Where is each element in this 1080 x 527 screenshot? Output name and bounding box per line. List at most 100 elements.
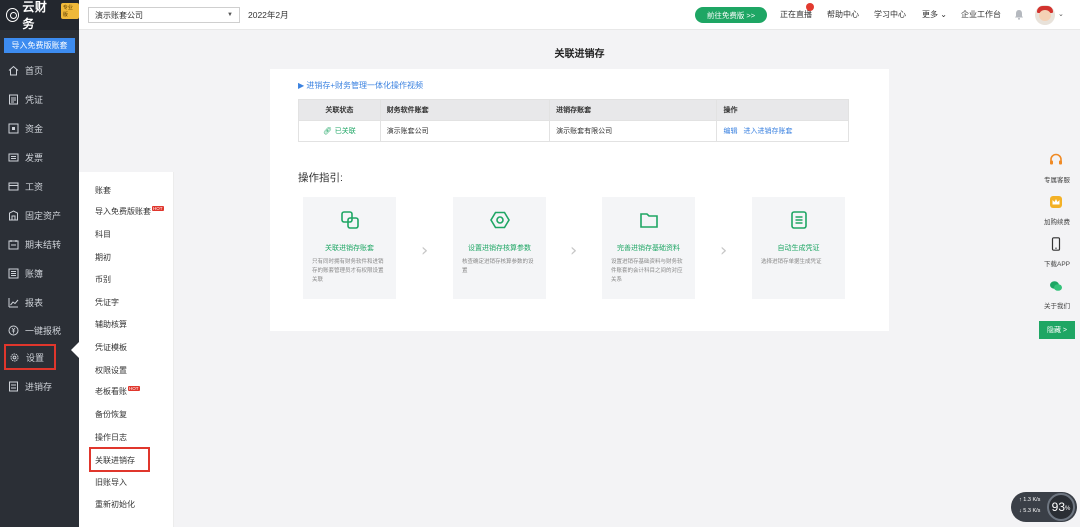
active-submenu-pointer-icon [71,342,79,358]
enterprise-workbench-link[interactable]: 企业工作台 [961,9,1001,20]
folder-icon [640,213,658,228]
submenu-item-op-log[interactable]: 操作日志 [95,432,127,443]
edit-link[interactable]: 编辑 [723,126,737,136]
chevron-down-icon: ⌄ [940,10,947,19]
submenu-item-subjects[interactable]: 科目 [95,229,111,240]
sidebar-item-invoice[interactable]: 发票 [0,144,79,170]
finance-book-cell: 演示账套公司 [381,121,551,141]
guide-step-4: 自动生成凭证 选择进销存单据生成凭证 [752,197,845,299]
home-icon [8,65,19,75]
invoice-icon [8,153,19,161]
table-header: 关联状态 财务软件账套 进销存账套 操作 [299,100,848,120]
step-desc: 设置进销存基础资料与财务软件账套的会计科目之间的对应关系 [611,259,683,283]
customer-service-button[interactable]: 专属客服 [1039,145,1075,187]
more-menu[interactable]: 更多 ⌄ [922,9,947,20]
sidebar-item-salary[interactable]: 工资 [0,173,79,199]
float-label: 加购续费 [1044,219,1070,226]
inventory-book-cell: 演示账套有限公司 [550,121,718,141]
submenu-item-old-book-import[interactable]: 旧账导入 [95,477,127,488]
voucher-icon [9,94,18,104]
submenu-item-label: 老板看账 [95,387,127,396]
actions-cell: 编辑 进入进销存账套 [717,121,848,141]
headset-icon [1050,153,1062,165]
submenu-item-backup[interactable]: 备份恢复 [95,409,127,420]
guide-step-2: 设置进销存核算参数 核查确定进销存核算参数的设置 [453,197,546,299]
sidebar-item-ledger[interactable]: 账簿 [0,260,79,286]
sidebar-item-label: 账簿 [25,268,44,279]
download-app-button[interactable]: 下载APP [1039,229,1075,271]
avatar[interactable] [1035,5,1055,25]
column-header: 进销存账套 [550,100,718,120]
submenu-item-boss-view[interactable]: 老板看账 HOT [95,386,140,397]
step-desc: 只有同时拥有财务软件和进销存的账套管理员才有权限设置关联 [312,259,384,283]
sidebar-item-fixed-assets[interactable]: 固定资产 [0,202,79,228]
sidebar-item-inventory[interactable]: 进销存 [0,373,79,399]
ledger-icon [8,268,19,278]
submenu-item-voucher-word[interactable]: 凭证字 [95,297,119,308]
import-free-book-button[interactable]: 导入免费版账套 [4,38,75,53]
logo-text: 云财务 [22,0,48,31]
page-title: 关联进销存 [554,49,605,60]
sidebar-item-tax[interactable]: 一键报税 [0,317,79,343]
step-title: 自动生成凭证 [777,245,820,252]
period-label[interactable]: 2022年2月 [248,9,289,21]
sidebar-item-label: 工资 [25,181,44,192]
phone-icon [1051,237,1061,251]
float-label: 下载APP [1043,261,1070,268]
learning-center-link[interactable]: 学习中心 [874,9,906,20]
report-icon [8,297,19,307]
app-logo[interactable]: 云财务 专业版 [0,0,79,31]
video-tutorial-link[interactable]: ▶ 进销存+财务管理一体化操作视频 [298,80,423,91]
enter-inventory-link[interactable]: 进入进销存账套 [743,126,792,136]
hot-badge: HOT [128,386,140,391]
submenu-item-import-free-book[interactable]: 导入免费版账套 HOT [95,206,164,217]
float-label: 专属客服 [1044,177,1070,184]
sidebar-item-label: 一键报税 [25,325,62,336]
sidebar-item-home[interactable]: 首页 [0,57,79,83]
hide-panel-button[interactable]: 隐藏 > [1039,321,1075,339]
submenu-item-auxiliary[interactable]: 辅助核算 [95,319,127,330]
submenu-item-permissions[interactable]: 权限设置 [95,365,127,376]
avatar-face-icon [1039,10,1051,21]
closing-icon [8,239,19,249]
submenu-item-reinitialize[interactable]: 重新初始化 [95,499,135,510]
network-speed-widget[interactable]: ↑ 1.3 K/s ↓ 5.3 K/s 93% [1011,492,1077,522]
sidebar-item-label: 进销存 [25,381,53,392]
company-select-value: 演示账套公司 [95,10,143,20]
avatar-chevron-down-icon[interactable]: ⌄ [1058,10,1064,18]
link-icon [341,211,359,229]
sidebar-item-settings[interactable]: 设置 [4,344,56,370]
sidebar-item-closing[interactable]: 期末结转 [0,231,79,257]
column-header: 财务软件账套 [381,100,551,120]
bell-icon[interactable] [1014,9,1024,20]
sidebar-item-voucher[interactable]: 凭证 [0,86,79,112]
link-table: 关联状态 财务软件账套 进销存账套 操作 🔗︎ 已关联 演示账套公司 演示账套有… [298,99,849,142]
about-us-button[interactable]: 关于我们 [1039,271,1075,313]
submenu-item-voucher-template[interactable]: 凭证模板 [95,342,127,353]
column-header: 操作 [723,107,738,114]
speed-dial: 93% [1047,493,1075,521]
free-version-button[interactable]: 前往免费版 >> [695,7,767,23]
gear-icon [10,353,19,361]
step-title: 完善进销存基础资料 [617,245,680,252]
inventory-icon [9,381,18,391]
guide-title: 操作指引: [298,172,343,184]
live-link[interactable]: 正在直播 [780,9,812,20]
download-speed-value: 5.3 [1023,508,1031,514]
help-center-link[interactable]: 帮助中心 [827,9,859,20]
submenu-item-opening[interactable]: 期初 [95,252,111,263]
guide-step-3: 完善进销存基础资料 设置进销存基础资料与财务软件账套的会计科目之间的对应关系 [602,197,695,299]
submenu-item-books[interactable]: 账套 [95,185,111,196]
speed-dial-value: 93 [1051,500,1065,514]
submenu-item-currency[interactable]: 币别 [95,274,111,285]
sidebar-item-label: 报表 [25,297,44,308]
sidebar-item-report[interactable]: 报表 [0,289,79,315]
hot-badge: HOT [152,206,164,211]
submenu-item-label: 导入免费版账套 [95,207,151,216]
more-label: 更多 [922,10,938,19]
sidebar-item-fund[interactable]: 资金 [0,115,79,141]
asset-icon [9,209,18,220]
column-header: 关联状态 [299,100,381,120]
renewal-button[interactable]: 加购续费 [1039,187,1075,229]
company-select[interactable]: 演示账套公司 ▼ [88,7,240,23]
